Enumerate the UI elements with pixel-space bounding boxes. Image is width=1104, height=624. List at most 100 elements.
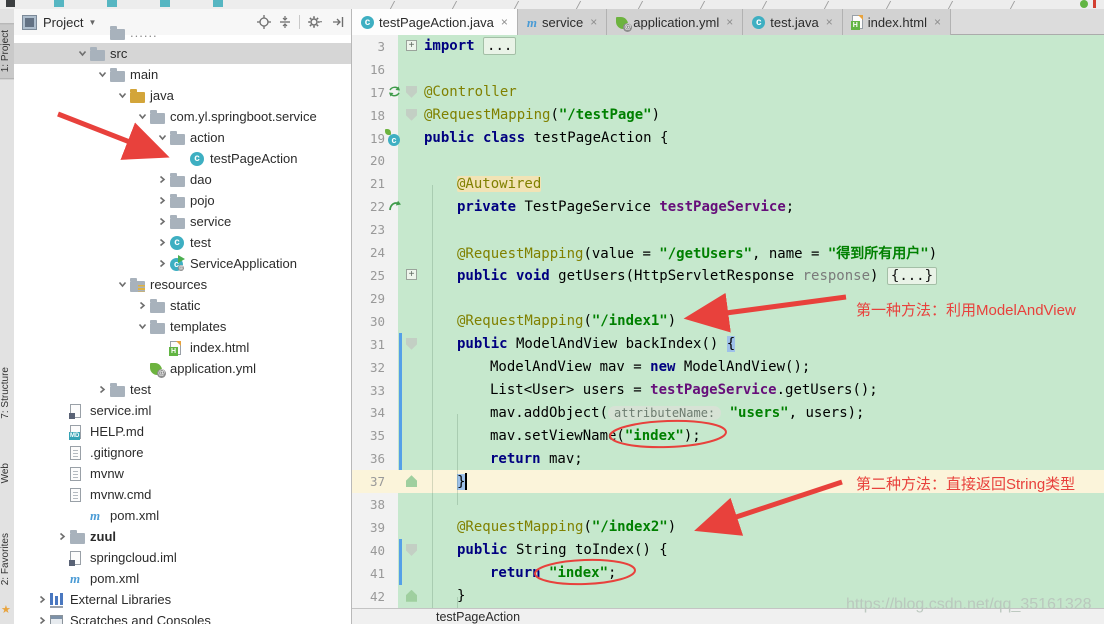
code-line-40[interactable]: 40 public String toIndex() { bbox=[352, 539, 1104, 562]
chevron-collapsed-icon[interactable] bbox=[34, 613, 50, 624]
code-text[interactable]: public void getUsers(HttpServletResponse… bbox=[424, 268, 937, 284]
line-number[interactable]: 21 bbox=[352, 172, 398, 195]
code-text[interactable]: private TestPageService testPageService; bbox=[424, 199, 794, 215]
code-line-34[interactable]: 34mav.addObject(attributeName: "users", … bbox=[352, 402, 1104, 425]
chevron-expanded-icon[interactable] bbox=[114, 88, 130, 104]
fold-marker-icon[interactable] bbox=[406, 109, 417, 121]
tree-item-index-html[interactable]: Hindex.html bbox=[14, 337, 351, 358]
tree-item-service-iml[interactable]: service.iml bbox=[14, 400, 351, 421]
code-line-31[interactable]: 31public ModelAndView backIndex() { bbox=[352, 333, 1104, 356]
code-line-16[interactable]: 16 bbox=[352, 58, 1104, 81]
tree-item-help-md[interactable]: MDHELP.md bbox=[14, 421, 351, 442]
line-number[interactable]: 36 bbox=[352, 447, 398, 470]
chevron-collapsed-icon[interactable] bbox=[154, 193, 170, 209]
tree-item-test[interactable]: ctest bbox=[14, 232, 351, 253]
code-line-18[interactable]: 18 @RequestMapping("/testPage") bbox=[352, 104, 1104, 127]
code-line-21[interactable]: 21 @Autowired bbox=[352, 172, 1104, 195]
chevron-expanded-icon[interactable] bbox=[94, 67, 110, 83]
code-line-41[interactable]: 41return "index"; bbox=[352, 562, 1104, 585]
line-number[interactable]: 23 bbox=[352, 218, 398, 241]
tree-item-serviceapplication[interactable]: c@ServiceApplication bbox=[14, 253, 351, 274]
code-text[interactable]: public String toIndex() { bbox=[424, 542, 668, 558]
code-text[interactable]: public class testPageAction { bbox=[424, 130, 668, 146]
tree-item-test[interactable]: test bbox=[14, 379, 351, 400]
code-line-32[interactable]: 32 ModelAndView mav = new ModelAndView(); bbox=[352, 356, 1104, 379]
code-line-37[interactable]: 37} bbox=[352, 470, 1104, 493]
code-line-30[interactable]: 30@RequestMapping("/index1") bbox=[352, 310, 1104, 333]
code-line-35[interactable]: 35mav.setViewName("index"); bbox=[352, 424, 1104, 447]
line-number[interactable]: 22 bbox=[352, 195, 398, 218]
tree-item-dao[interactable]: dao bbox=[14, 169, 351, 190]
code-line-25[interactable]: 25+public void getUsers(HttpServletRespo… bbox=[352, 264, 1104, 287]
code-text[interactable]: return "index"; bbox=[424, 565, 616, 581]
chevron-collapsed-icon[interactable] bbox=[94, 382, 110, 398]
code-line-42[interactable]: 42} bbox=[352, 585, 1104, 608]
tab-close-icon[interactable]: × bbox=[826, 15, 833, 29]
code-line-33[interactable]: 33 List<User> users = testPageService.get… bbox=[352, 379, 1104, 402]
chevron-collapsed-icon[interactable] bbox=[154, 214, 170, 230]
tree-item-src[interactable]: src bbox=[14, 43, 351, 64]
chevron-collapsed-icon[interactable] bbox=[34, 592, 50, 608]
code-text[interactable]: List<User> users = testPageService.getUs… bbox=[424, 382, 878, 398]
tree-item-pom-xml[interactable]: mpom.xml bbox=[14, 568, 351, 589]
tree-item-zuul[interactable]: zuul bbox=[14, 526, 351, 547]
tree-item-action[interactable]: action bbox=[14, 127, 351, 148]
line-number[interactable]: 19c bbox=[352, 127, 398, 150]
tree-item-scratches-and-consoles[interactable]: Scratches and Consoles bbox=[14, 610, 351, 624]
code-text[interactable]: } bbox=[424, 473, 467, 490]
fold-marker-icon[interactable] bbox=[406, 338, 417, 350]
line-number[interactable]: 32 bbox=[352, 356, 398, 379]
tree-item-resources[interactable]: resources bbox=[14, 274, 351, 295]
tree-item-gitignore[interactable]: .gitignore bbox=[14, 442, 351, 463]
line-number[interactable]: 37 bbox=[352, 470, 398, 493]
code-text[interactable]: ModelAndView mav = new ModelAndView(); bbox=[424, 359, 810, 375]
line-number[interactable]: 33 bbox=[352, 379, 398, 402]
code-text[interactable]: @RequestMapping("/index2") bbox=[424, 519, 676, 535]
code-line-23[interactable]: 23 bbox=[352, 218, 1104, 241]
tree-item-pojo[interactable]: pojo bbox=[14, 190, 351, 211]
spring-bean-icon[interactable] bbox=[388, 85, 401, 101]
code-text[interactable]: return mav; bbox=[424, 451, 583, 467]
tree-item-service[interactable]: service bbox=[14, 211, 351, 232]
autowired-bean-icon[interactable] bbox=[388, 199, 402, 215]
chevron-collapsed-icon[interactable] bbox=[154, 235, 170, 251]
code-text[interactable]: import ... bbox=[424, 38, 516, 54]
editor-tab-application-yml[interactable]: @application.yml× bbox=[607, 9, 743, 35]
tree-item-mvnw-cmd[interactable]: mvnw.cmd bbox=[14, 484, 351, 505]
run-class-icon[interactable]: c bbox=[388, 131, 400, 146]
code-text[interactable]: @Controller bbox=[424, 84, 517, 100]
chevron-collapsed-icon[interactable] bbox=[154, 256, 170, 272]
fold-marker-icon[interactable]: + bbox=[406, 40, 417, 51]
tree-item-mvnw[interactable]: mvnw bbox=[14, 463, 351, 484]
favorites-star-icon[interactable]: ★ bbox=[1, 603, 11, 616]
fold-marker-icon[interactable]: + bbox=[406, 269, 417, 280]
code-text[interactable]: @RequestMapping("/testPage") bbox=[424, 107, 660, 123]
code-text[interactable]: public ModelAndView backIndex() { bbox=[424, 336, 735, 352]
line-number[interactable]: 42 bbox=[352, 585, 398, 608]
code-text[interactable]: @Autowired bbox=[424, 176, 541, 192]
tab-close-icon[interactable]: × bbox=[726, 15, 733, 29]
line-number[interactable]: 20 bbox=[352, 150, 398, 173]
line-number[interactable]: 3 bbox=[352, 35, 398, 58]
breadcrumb[interactable]: testPageAction bbox=[436, 610, 520, 624]
tool-window-button-2-favorites[interactable]: 2: Favorites bbox=[0, 527, 14, 591]
line-number[interactable]: 17 bbox=[352, 81, 398, 104]
line-number[interactable]: 29 bbox=[352, 287, 398, 310]
code-text[interactable]: mav.addObject(attributeName: "users", us… bbox=[424, 405, 864, 421]
line-number[interactable]: 24 bbox=[352, 241, 398, 264]
tree-item-external-libraries[interactable]: External Libraries bbox=[14, 589, 351, 610]
code-line-39[interactable]: 39@RequestMapping("/index2") bbox=[352, 516, 1104, 539]
tree-item-item[interactable]: ...... bbox=[14, 22, 351, 43]
code-text[interactable]: } bbox=[424, 588, 465, 604]
tree-item-application-yml[interactable]: @application.yml bbox=[14, 358, 351, 379]
code-line-3[interactable]: 3 + import ... bbox=[352, 35, 1104, 58]
chevron-expanded-icon[interactable] bbox=[114, 277, 130, 293]
tree-item-java[interactable]: java bbox=[14, 85, 351, 106]
code-line-19[interactable]: 19c public class testPageAction { bbox=[352, 127, 1104, 150]
line-number[interactable]: 40 bbox=[352, 539, 398, 562]
tree-item-static[interactable]: static bbox=[14, 295, 351, 316]
line-number[interactable]: 18 bbox=[352, 104, 398, 127]
tool-window-button-web[interactable]: Web bbox=[0, 457, 14, 489]
line-number[interactable]: 35 bbox=[352, 424, 398, 447]
code-line-22[interactable]: 22 private TestPageService testPageServic… bbox=[352, 195, 1104, 218]
